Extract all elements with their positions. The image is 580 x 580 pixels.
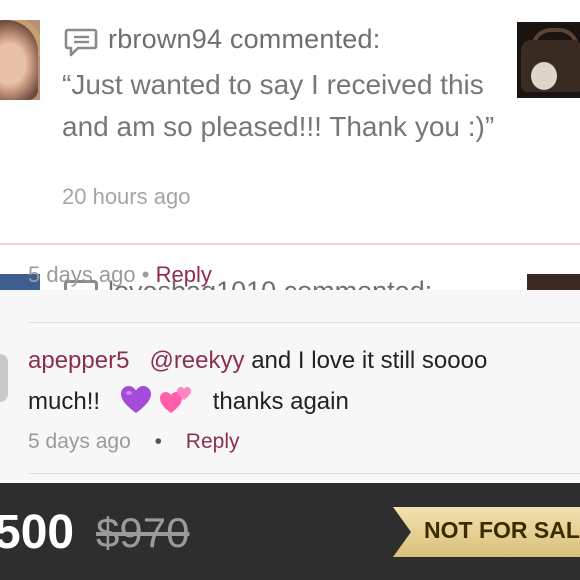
- notification-divider: [0, 243, 580, 245]
- comment-body-1: and I love it still soooo: [251, 347, 488, 374]
- comment-panel: apepper5 @reekyy and I love it still soo…: [0, 290, 580, 480]
- partial-product-thumbnail: [527, 274, 580, 290]
- comment-username[interactable]: apepper5: [28, 347, 129, 374]
- comment-bubble-icon: [64, 28, 98, 57]
- partial-time: 5 days ago: [28, 262, 136, 287]
- price-bar: 500 $970 NOT FOR SAL: [0, 483, 580, 580]
- comment-text-line1: apepper5 @reekyy and I love it still soo…: [28, 347, 487, 375]
- notification-quote: “Just wanted to say I received this and …: [62, 69, 495, 142]
- comment-mention[interactable]: @reekyy: [149, 347, 244, 374]
- comment-body-2b: thanks again: [212, 388, 349, 415]
- commenter-avatar[interactable]: [0, 20, 40, 100]
- comment-bottom-divider: [28, 473, 580, 474]
- two-hearts-icon: [159, 387, 191, 413]
- reply-link[interactable]: Reply: [186, 430, 240, 453]
- comment-top-divider: [28, 322, 580, 323]
- partial-reply-link: Reply: [155, 262, 212, 287]
- bag-pompom: [531, 62, 557, 90]
- comment-meta: 5 days ago • Reply: [28, 430, 240, 454]
- comment-separator: •: [154, 430, 162, 453]
- notification-card[interactable]: rbrown94 commented: “Just wanted to say …: [0, 0, 580, 245]
- comment-avatar[interactable]: [0, 354, 8, 402]
- comment-text-line2: much!! thanks again: [28, 383, 349, 416]
- original-price: $970: [96, 509, 190, 556]
- notification-time: 20 hours ago: [62, 184, 191, 209]
- notification-header: rbrown94 commented:: [108, 24, 380, 55]
- listing-price: 500: [0, 506, 75, 559]
- not-for-sale-label: NOT FOR SAL: [424, 517, 580, 543]
- notification-username[interactable]: rbrown94: [108, 24, 222, 54]
- partial-reply-row: 5 days ago • Reply: [28, 262, 212, 288]
- purple-heart-icon: [121, 386, 152, 413]
- notification-action: commented:: [229, 24, 381, 54]
- partial-separator: •: [141, 262, 150, 287]
- comment-body-2a: much!!: [28, 388, 101, 415]
- overlapping-notification: lovesbag1010 commented: 5 days ago • Rep…: [0, 262, 580, 290]
- comment-time: 5 days ago: [28, 430, 131, 453]
- product-thumbnail[interactable]: [517, 22, 580, 98]
